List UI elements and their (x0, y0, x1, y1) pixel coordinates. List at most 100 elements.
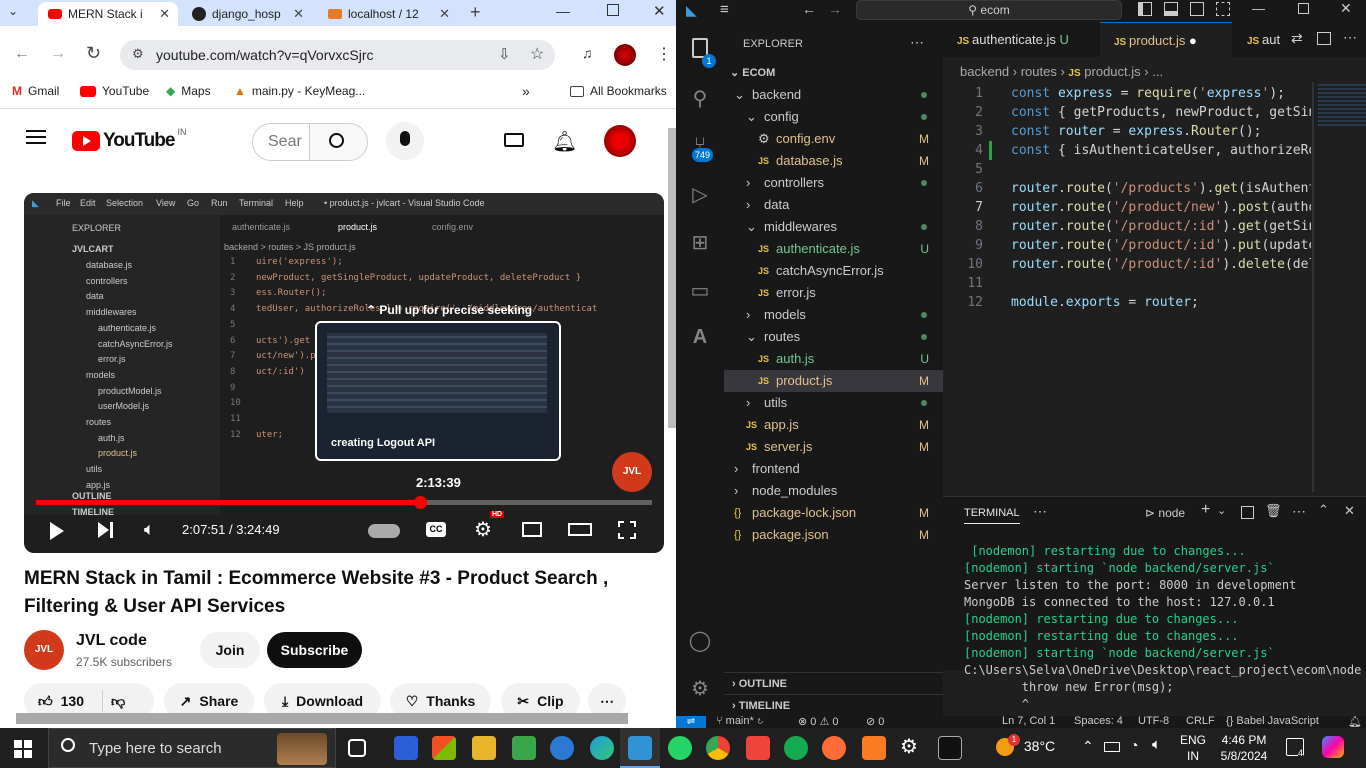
join-button[interactable]: Join (200, 632, 260, 668)
search-button[interactable] (309, 124, 367, 160)
compare-changes-icon[interactable]: ⇄ (1291, 30, 1303, 47)
tree-item[interactable]: JS error.js (724, 282, 943, 304)
code-line[interactable]: const { getProducts, newProduct, getSin (1011, 103, 1311, 122)
voice-search-icon[interactable] (386, 122, 424, 160)
code-line[interactable]: const router = express.Router(); (1011, 122, 1311, 141)
account-avatar[interactable] (604, 125, 636, 157)
toggle-panel-icon[interactable] (1164, 2, 1178, 16)
kill-terminal-icon[interactable]: 🗑︎ (1265, 503, 1282, 519)
terminal-more-icon[interactable]: ⋯ (1292, 503, 1306, 520)
timeline-section[interactable]: › TIMELINE (724, 694, 943, 716)
toggle-sidebar-icon[interactable] (1138, 2, 1152, 16)
code-line[interactable]: router.route('/products').get(isAuthent (1011, 179, 1311, 198)
close-icon[interactable]: ✕ (293, 6, 304, 22)
tab-django[interactable]: django_hosp ✕ (182, 2, 312, 26)
split-editor-icon[interactable] (1317, 32, 1331, 45)
anydesk-icon[interactable] (746, 736, 770, 760)
tree-item[interactable]: ⌄ middlewares (724, 216, 943, 238)
bookmark-gmail[interactable]: M Gmail (12, 84, 59, 98)
terminal-dropdown-icon[interactable]: ⌄ (1217, 504, 1226, 517)
maximize-panel-icon[interactable]: ⌃ (1318, 502, 1329, 518)
bookmarks-overflow-icon[interactable]: » (522, 83, 530, 99)
file-explorer-icon[interactable] (472, 736, 496, 760)
progress-scrubber[interactable] (414, 496, 428, 509)
explorer-more-icon[interactable]: ⋯ (910, 34, 924, 51)
tree-item[interactable]: JS server.js M (724, 436, 943, 458)
tree-item[interactable]: ⌄ routes (724, 326, 943, 348)
show-hidden-icons[interactable]: ⌃ (1082, 738, 1094, 755)
toggle-secondary-sidebar-icon[interactable] (1190, 2, 1204, 16)
volume-icon[interactable]: 🔈︎ (144, 519, 155, 540)
remote-explorer-icon[interactable]: ▭ (688, 278, 712, 302)
problems-indicator[interactable]: ⊗ 0 ⚠ 0 (798, 716, 839, 728)
new-terminal-icon[interactable]: + (1201, 501, 1210, 519)
hamburger-menu-icon[interactable]: ≡ (720, 1, 729, 18)
split-terminal-icon[interactable] (1241, 506, 1254, 519)
reload-icon[interactable]: ↻ (86, 43, 101, 64)
terminal-tab[interactable]: TERMINAL (964, 507, 1020, 524)
tree-item[interactable]: JS product.js M (724, 370, 943, 392)
autoplay-toggle[interactable] (368, 524, 400, 538)
task-view-icon[interactable] (348, 739, 366, 757)
code-line[interactable]: router.route('/product/:id').delete(del (1011, 255, 1311, 274)
terminal-shell-label[interactable]: ⊳ node (1145, 506, 1185, 520)
tree-item[interactable]: › utils (724, 392, 943, 414)
code-line[interactable]: router.route('/product/:id').put(update (1011, 236, 1311, 255)
search-box[interactable]: Sear (252, 123, 368, 161)
outline-section[interactable]: › OUTLINE (724, 672, 943, 694)
profile-avatar[interactable] (614, 44, 636, 66)
edge-icon[interactable] (590, 736, 614, 760)
code-line[interactable]: const { isAuthenticateUser, authorizeRo (1011, 141, 1311, 160)
tab-localhost[interactable]: localhost / 12 ✕ (318, 2, 458, 26)
bookmark-keymeag[interactable]: ▲ main.py - KeyMeag... (234, 84, 365, 98)
accounts-icon[interactable]: ◯ (688, 628, 712, 652)
code-line[interactable] (1011, 160, 1311, 179)
volume-icon[interactable]: 🔈︎ (1152, 736, 1161, 753)
tree-item[interactable]: › node_modules (724, 480, 943, 502)
captions-icon[interactable]: CC (426, 522, 446, 537)
new-tab-button[interactable]: + (470, 2, 481, 23)
tree-item[interactable]: JS database.js M (724, 150, 943, 172)
vertical-scrollbar[interactable] (668, 128, 676, 428)
notifications-bell-icon[interactable]: 🔔︎ (552, 129, 577, 154)
minimize-icon[interactable]: — (1252, 1, 1265, 16)
next-icon[interactable] (98, 522, 109, 538)
code-line[interactable]: router.route('/product/new').post(autho (1011, 198, 1311, 217)
cursor-position[interactable]: Ln 7, Col 1 (1002, 716, 1055, 727)
tree-item[interactable]: {} package.json M (724, 524, 943, 546)
forward-icon[interactable]: → (828, 1, 842, 17)
terminal-app-icon[interactable] (938, 736, 962, 760)
fullscreen-icon[interactable] (618, 521, 636, 539)
indentation[interactable]: Spaces: 4 (1074, 716, 1123, 727)
code-line[interactable]: const express = require('express'); (1011, 84, 1311, 103)
tab-authenticate[interactable]: JS authenticate.js U (943, 22, 1099, 57)
horizontal-scrollbar[interactable] (16, 713, 628, 724)
whatsapp-icon[interactable] (668, 736, 692, 760)
more-menu-icon[interactable]: ⋮ (656, 44, 672, 64)
close-icon[interactable]: ✕ (159, 6, 170, 22)
taskbar-search-input[interactable]: Type here to search (89, 740, 222, 757)
notifications-icon[interactable]: 🔔︎ (1348, 716, 1362, 728)
create-video-icon[interactable] (504, 133, 524, 147)
tree-item[interactable]: › controllers (724, 172, 943, 194)
tree-item[interactable]: JS app.js M (724, 414, 943, 436)
thumbs-down-icon[interactable]: 👎︎ (111, 693, 125, 710)
back-icon[interactable]: ← (14, 45, 30, 63)
encoding[interactable]: UTF-8 (1138, 716, 1169, 727)
xampp-icon[interactable] (862, 736, 886, 760)
tree-item[interactable]: › models (724, 304, 943, 326)
tree-item[interactable]: JS auth.js U (724, 348, 943, 370)
tree-item[interactable]: › frontend (724, 458, 943, 480)
tab-search-button[interactable]: ⌄ (8, 4, 30, 22)
progress-track[interactable] (36, 496, 652, 509)
ports-indicator[interactable]: ⊘ 0 (866, 716, 884, 728)
mongodb-compass-icon[interactable] (784, 736, 808, 760)
maximize-icon[interactable] (607, 4, 619, 16)
search-input[interactable]: Sear (268, 133, 302, 151)
breadcrumb-item[interactable]: ... (1152, 64, 1163, 79)
maximize-icon[interactable] (1298, 3, 1309, 14)
channel-name[interactable]: JVL code (76, 632, 147, 650)
site-info-icon[interactable]: ⚙ (132, 46, 144, 62)
back-icon[interactable]: ← (802, 1, 816, 17)
battery-icon[interactable] (1104, 742, 1120, 752)
